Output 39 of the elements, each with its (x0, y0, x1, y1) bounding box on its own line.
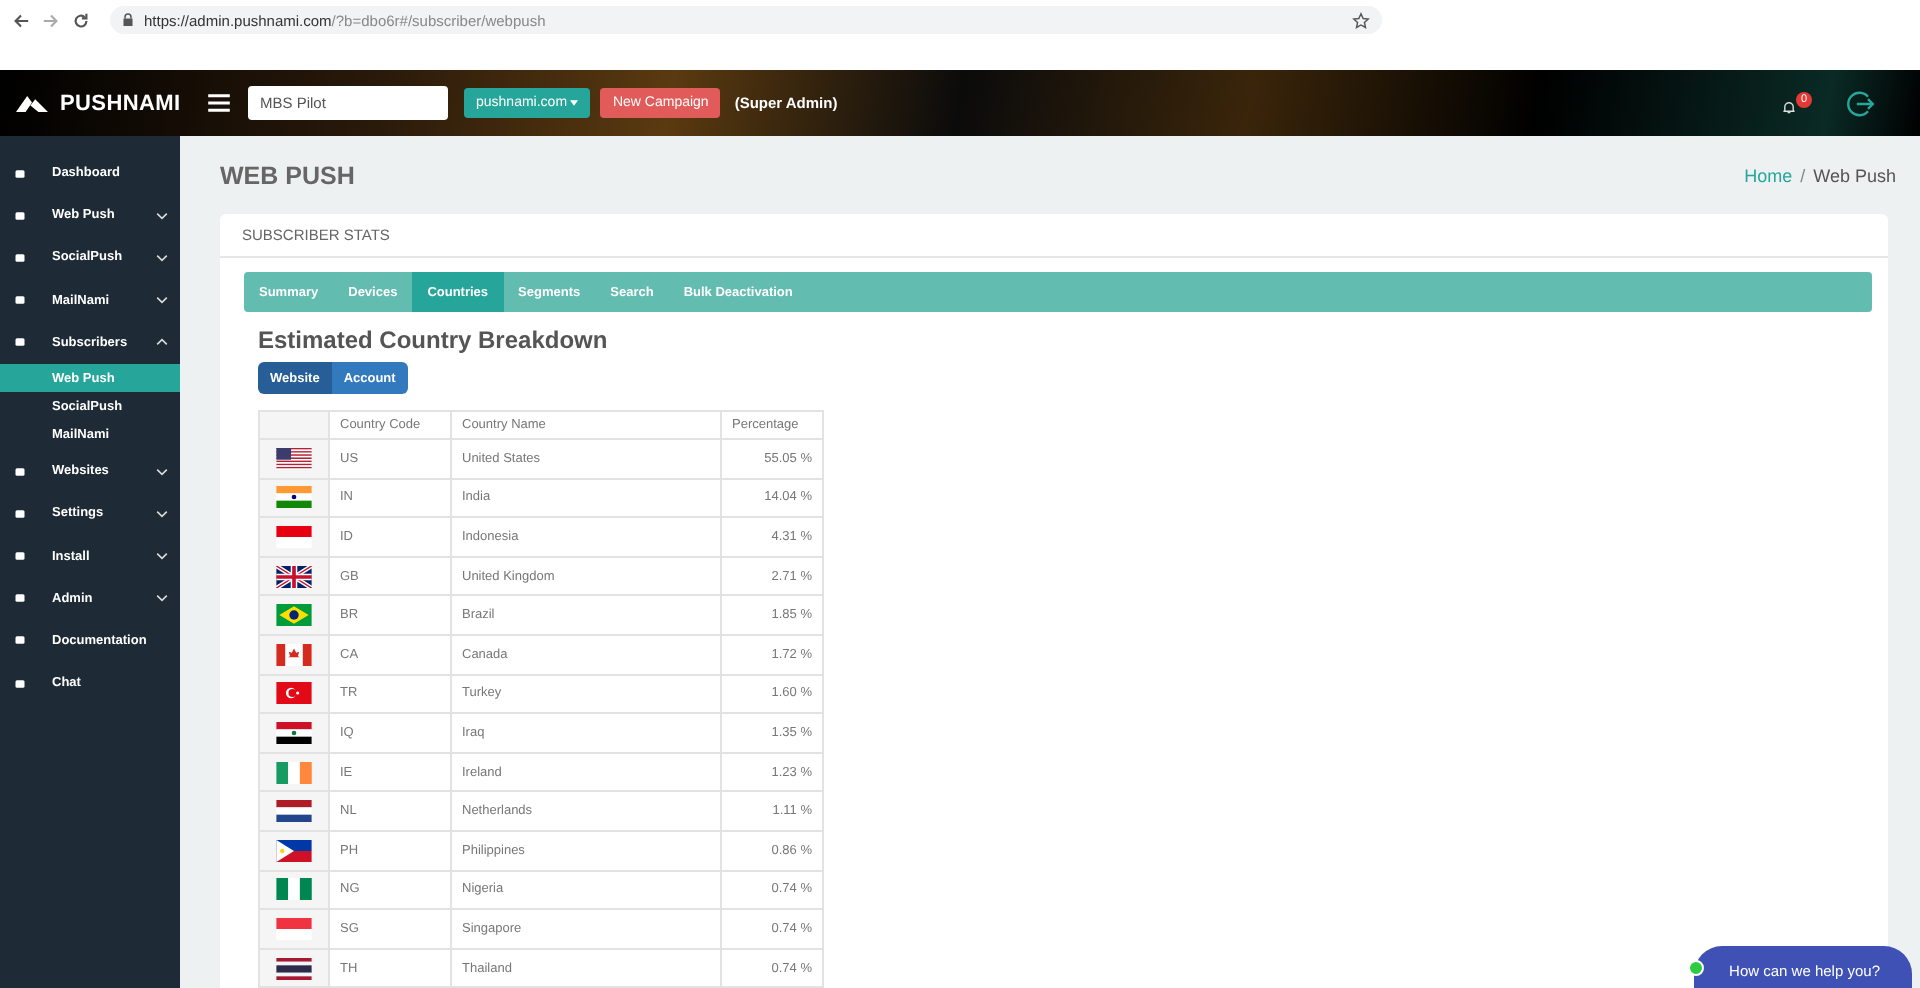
flag-icon (276, 604, 312, 627)
page-title: WEB PUSH (220, 161, 355, 189)
menu-item-icon (14, 336, 26, 349)
menu-item-icon (14, 465, 26, 478)
flag-icon (276, 447, 312, 470)
flag-icon (276, 917, 312, 940)
menu-item-icon (14, 507, 26, 520)
menu-icon[interactable] (208, 94, 230, 112)
flag-icon (276, 565, 312, 588)
flag-icon (276, 957, 312, 980)
back-icon[interactable] (12, 11, 30, 29)
menu-item-icon (14, 550, 26, 563)
star-icon[interactable] (1352, 11, 1370, 29)
flag-icon (276, 761, 312, 784)
flag-icon (276, 486, 312, 509)
menu-item-icon (14, 294, 26, 307)
reload-icon[interactable] (72, 11, 90, 29)
menu-item-icon (14, 209, 26, 222)
breadcrumb-current: Web Push (1813, 165, 1896, 185)
logo-text: PUSHNAMI (60, 91, 181, 115)
breadcrumb-separator: / (1800, 165, 1806, 185)
section-heading: Estimated Country Breakdown (258, 326, 610, 354)
bell-icon[interactable] (1782, 100, 1796, 114)
menu-item-icon (14, 251, 26, 264)
menu-item-icon (14, 592, 26, 605)
lock-icon (122, 12, 134, 28)
menu-item-icon (14, 167, 26, 180)
flag-icon (276, 800, 312, 823)
flag-icon (276, 682, 312, 705)
logout-icon[interactable] (1844, 87, 1876, 119)
logo-icon (16, 91, 48, 115)
flag-icon (276, 525, 312, 548)
flag-icon (276, 643, 312, 666)
caret-icon (570, 99, 579, 106)
flag-icon (276, 839, 312, 862)
menu-item-icon (14, 634, 26, 647)
flag-icon (276, 878, 312, 901)
flag-icon (276, 721, 312, 744)
menu-item-icon (14, 677, 26, 690)
